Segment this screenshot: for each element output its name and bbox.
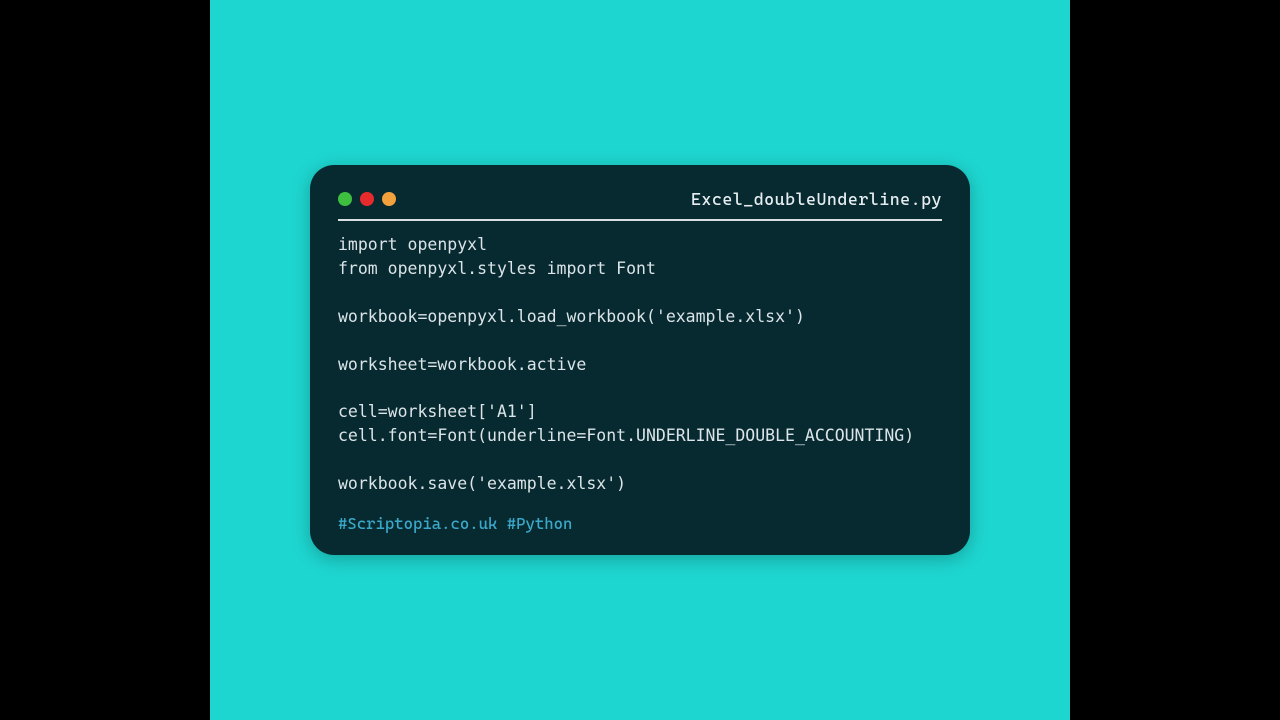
window-filename: Excel_doubleUnderline.py [691, 189, 942, 209]
close-dot-icon [338, 192, 352, 206]
code-block: import openpyxl from openpyxl.styles imp… [338, 233, 942, 496]
footer-hashtags: #Scriptopia.co.uk #Python [338, 514, 942, 533]
zoom-dot-icon [382, 192, 396, 206]
stage-background: Excel_doubleUnderline.py import openpyxl… [210, 0, 1070, 720]
code-window: Excel_doubleUnderline.py import openpyxl… [310, 165, 970, 555]
traffic-light-dots [338, 192, 396, 206]
window-titlebar: Excel_doubleUnderline.py [338, 189, 942, 221]
minimize-dot-icon [360, 192, 374, 206]
